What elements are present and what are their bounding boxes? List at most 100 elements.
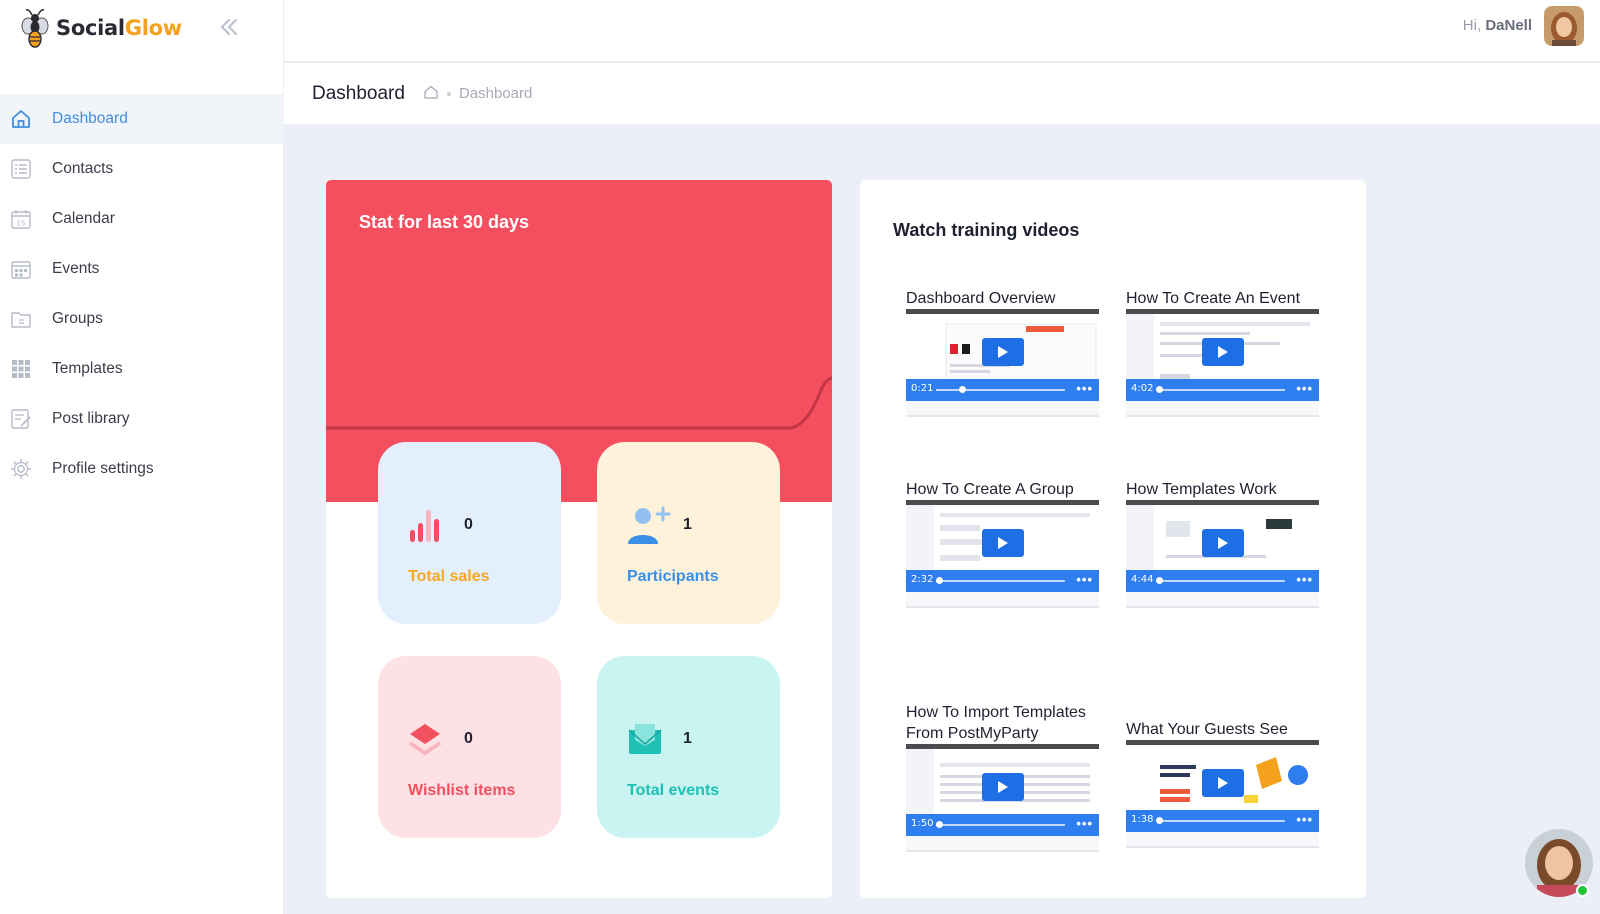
video-progress-track[interactable]	[936, 824, 1065, 826]
video-progress-track[interactable]	[936, 580, 1065, 582]
stat-label: Wishlist items	[408, 782, 516, 799]
user-greeting[interactable]: Hi, DaNell	[1463, 17, 1532, 34]
play-icon[interactable]	[1202, 338, 1244, 366]
page-title: Dashboard	[312, 82, 405, 104]
sidebar-item-contacts[interactable]: Contacts	[0, 144, 284, 194]
video-progress-knob[interactable]	[1155, 577, 1163, 584]
video-player[interactable]: 0:21 •••	[906, 309, 1099, 417]
video-title: What Your Guests See	[1126, 720, 1288, 738]
sidebar-item-label: Dashboard	[52, 110, 128, 127]
post-library-icon	[10, 408, 32, 430]
more-options-icon[interactable]: •••	[1076, 381, 1093, 396]
svg-text:15: 15	[17, 220, 26, 228]
video-controls: 1:38 •••	[1126, 810, 1319, 832]
video-player[interactable]: 1:50 •••	[906, 744, 1099, 852]
sidebar-item-calendar[interactable]: 15 Calendar	[0, 194, 284, 244]
sidebar-item-post-library[interactable]: Post library	[0, 394, 284, 444]
video-progress-knob[interactable]	[1155, 817, 1163, 824]
more-options-icon[interactable]: •••	[1296, 812, 1313, 827]
play-icon[interactable]	[982, 338, 1024, 366]
video-title: How To Create A Group	[906, 480, 1074, 498]
sidebar-item-groups[interactable]: Groups	[0, 294, 284, 344]
stat-value: 1	[683, 516, 692, 533]
stat-label: Total events	[627, 782, 720, 799]
sidebar-item-label: Templates	[52, 360, 123, 377]
more-options-icon[interactable]: •••	[1296, 381, 1313, 396]
stat-tile-total-events[interactable]: 1 Total events	[597, 656, 780, 838]
sidebar-item-dashboard[interactable]: Dashboard	[0, 94, 284, 144]
video-title: How To Import Templates From PostMyParty	[906, 704, 1086, 742]
home-icon	[10, 108, 32, 130]
videos-title: Watch training videos	[893, 220, 1080, 240]
video-duration: 4:44	[1131, 574, 1154, 585]
video-player[interactable]: 2:32 •••	[906, 500, 1099, 608]
video-controls: 4:02 •••	[1126, 379, 1319, 401]
video-progress-track[interactable]	[1156, 820, 1285, 822]
layers-icon	[408, 724, 442, 755]
collapse-sidebar-button[interactable]	[216, 14, 242, 40]
breadcrumb-current: Dashboard	[458, 85, 533, 102]
play-icon[interactable]	[1202, 769, 1244, 797]
sidebar-item-label: Post library	[52, 410, 130, 427]
envelope-icon	[628, 724, 662, 754]
stats-title: Stat for last 30 days	[359, 212, 530, 232]
video-player[interactable]: 4:02 •••	[1126, 309, 1319, 417]
calendar-icon: 15	[10, 208, 32, 230]
video-progress-track[interactable]	[1156, 389, 1285, 391]
more-options-icon[interactable]: •••	[1076, 572, 1093, 587]
video-player[interactable]: 4:44 •••	[1126, 500, 1319, 608]
bar-chart-icon	[410, 510, 439, 542]
double-chevron-left-icon	[220, 19, 237, 35]
video-progress-knob[interactable]	[935, 577, 943, 584]
play-icon[interactable]	[982, 529, 1024, 557]
sidebar-item-profile-settings[interactable]: Profile settings	[0, 444, 284, 494]
page-header: Dashboard Dashboard	[284, 63, 1600, 124]
sidebar-item-label: Events	[52, 260, 100, 277]
video-duration: 1:38	[1131, 814, 1154, 825]
breadcrumb-home-icon[interactable]	[423, 84, 439, 104]
video-progress-knob[interactable]	[958, 386, 966, 393]
stat-value: 0	[464, 730, 473, 747]
video-item: How To Create A Group 2:32 •••	[906, 458, 1099, 608]
sidebar-item-label: Contacts	[52, 160, 114, 177]
breadcrumb-separator	[446, 91, 451, 96]
user-avatar[interactable]	[1544, 6, 1584, 46]
video-duration: 4:02	[1131, 383, 1154, 394]
video-controls: 1:50 •••	[906, 814, 1099, 836]
brand-name: SocialGlow	[56, 16, 182, 40]
stat-tile-participants[interactable]: 1 Participants	[597, 442, 780, 624]
online-status-indicator	[1576, 884, 1589, 897]
video-progress-track[interactable]	[1156, 580, 1285, 582]
video-title: How To Create An Event	[1126, 289, 1301, 307]
play-icon[interactable]	[1202, 529, 1244, 557]
video-progress-knob[interactable]	[935, 821, 943, 828]
sidebar-item-templates[interactable]: Templates	[0, 344, 284, 394]
brand-logo[interactable]: SocialGlow	[20, 6, 182, 50]
video-duration: 2:32	[911, 574, 934, 585]
stat-tile-total-sales[interactable]: 0 Total sales	[378, 442, 561, 624]
video-progress-track[interactable]	[936, 389, 1065, 391]
video-duration: 1:50	[911, 818, 934, 829]
video-progress-knob[interactable]	[1155, 386, 1163, 393]
firefly-logo-icon	[21, 9, 49, 48]
video-item: How Templates Work 4:44 •••	[1126, 458, 1319, 608]
sidebar-item-label: Profile settings	[52, 460, 154, 477]
stat-tile-wishlist-items[interactable]: 0 Wishlist items	[378, 656, 561, 838]
greeting-prefix: Hi,	[1462, 17, 1482, 34]
video-player[interactable]: 1:38 •••	[1126, 740, 1319, 848]
play-icon[interactable]	[982, 773, 1024, 801]
video-item: Dashboard Overview 0:21 •••	[906, 267, 1099, 417]
video-duration: 0:21	[911, 383, 934, 394]
breadcrumb: Dashboard	[423, 84, 532, 104]
contacts-icon	[10, 158, 32, 180]
stat-label: Participants	[627, 568, 719, 585]
sidebar-item-events[interactable]: Events	[0, 244, 284, 294]
sidebar-item-label: Groups	[52, 310, 103, 327]
video-controls: 0:21 •••	[906, 379, 1099, 401]
sidebar-item-label: Calendar	[52, 210, 115, 227]
video-title: Dashboard Overview	[906, 289, 1056, 307]
more-options-icon[interactable]: •••	[1076, 816, 1093, 831]
more-options-icon[interactable]: •••	[1296, 572, 1313, 587]
groups-icon	[10, 308, 32, 330]
top-bar: Hi, DaNell	[284, 0, 1600, 62]
